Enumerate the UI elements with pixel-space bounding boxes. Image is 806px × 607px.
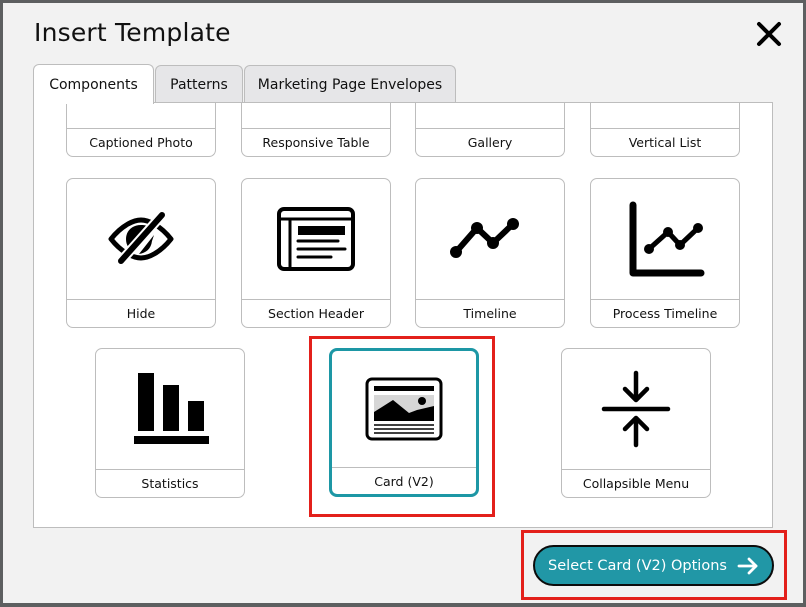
- tile-label: Card (V2): [374, 473, 434, 489]
- tile-label: Process Timeline: [612, 306, 718, 321]
- template-tile-statistics[interactable]: Statistics: [95, 348, 245, 498]
- insert-template-dialog: Insert Template Components Patterns Mark…: [3, 3, 803, 603]
- tile-label: Section Header: [268, 306, 364, 321]
- template-tile-captioned-photo[interactable]: Captioned Photo: [66, 103, 216, 157]
- template-tile-vertical-list[interactable]: Vertical List: [590, 103, 740, 157]
- tile-label: Vertical List: [628, 135, 702, 150]
- select-options-button[interactable]: Select Card (V2) Options: [533, 545, 774, 586]
- arrow-right-icon: [737, 557, 758, 574]
- bar-chart-icon: [134, 373, 209, 444]
- template-tile-gallery[interactable]: Gallery: [415, 103, 565, 157]
- tile-label: Responsive Table: [262, 135, 370, 150]
- template-tile-collapsible-menu[interactable]: Collapsible Menu: [561, 348, 711, 498]
- tab-marketing-page-envelopes[interactable]: Marketing Page Envelopes: [244, 65, 456, 103]
- tile-label: Captioned Photo: [89, 135, 193, 150]
- close-button[interactable]: [755, 20, 783, 48]
- select-options-label: Select Card (V2) Options: [548, 557, 727, 574]
- tab-components[interactable]: Components: [33, 64, 154, 104]
- tab-patterns[interactable]: Patterns: [155, 65, 243, 103]
- card-icon: [365, 377, 443, 441]
- template-tile-process-timeline[interactable]: Process Timeline: [590, 178, 740, 328]
- template-tile-section-header[interactable]: Section Header: [241, 178, 391, 328]
- tile-label: Statistics: [141, 476, 199, 491]
- template-tile-hide[interactable]: Hide: [66, 178, 216, 328]
- tile-label: Timeline: [463, 306, 517, 321]
- timeline-icon: [450, 218, 519, 258]
- tile-label: Gallery: [467, 135, 513, 150]
- template-tile-timeline[interactable]: Timeline: [415, 178, 565, 328]
- collapse-icon: [601, 370, 671, 448]
- section-header-icon: [277, 207, 355, 271]
- tile-label: Hide: [126, 306, 156, 321]
- template-tile-card-v2[interactable]: Card (V2): [329, 348, 479, 497]
- template-tile-responsive-table[interactable]: Responsive Table: [241, 103, 391, 157]
- templates-panel[interactable]: Captioned Photo Responsive Table Gallery…: [33, 102, 773, 528]
- line-chart-icon: [629, 201, 705, 277]
- dialog-title: Insert Template: [34, 18, 231, 47]
- tile-label: Collapsible Menu: [582, 476, 690, 491]
- eye-slash-icon: [108, 210, 174, 266]
- tab-bar: Components Patterns Marketing Page Envel…: [33, 64, 457, 104]
- close-icon: [757, 22, 781, 46]
